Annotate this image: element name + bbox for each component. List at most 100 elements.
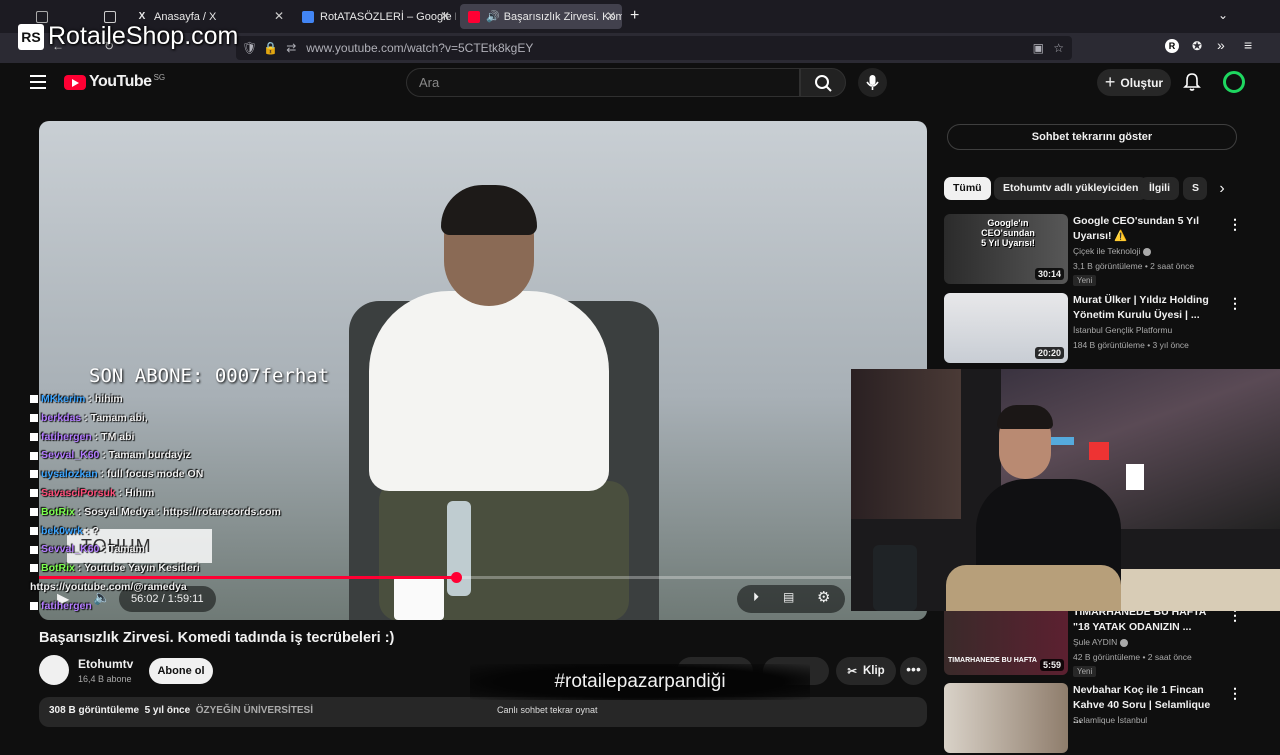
subtitles-icon[interactable]: ▤ (783, 590, 794, 604)
chat-username: fatihergen (41, 599, 92, 612)
video-thumbnail[interactable] (944, 683, 1068, 753)
brand-logo: RS (18, 23, 44, 50)
bookmark-star-icon[interactable]: ☆ (1053, 41, 1064, 55)
kebab-menu-icon[interactable]: ⋮ (1228, 295, 1242, 312)
rec-channel[interactable]: Selamlique İstanbul (1073, 715, 1147, 725)
shield-icon[interactable]: 🛡 (242, 41, 257, 55)
extension-tab-icon (36, 10, 48, 23)
country-code: SG (153, 72, 166, 82)
settings-gear-icon[interactable]: ⚙ (817, 588, 830, 606)
kebab-menu-icon[interactable]: ⋮ (1228, 216, 1242, 233)
hashtag-overlay: #rotailepazarpandiği (470, 664, 810, 700)
close-icon[interactable]: ✕ (274, 9, 284, 23)
clip-button[interactable]: ✂ Klip (836, 657, 896, 685)
chat-message: Sevval_K60: Tamam burdayiz (30, 446, 370, 465)
neon-sign (1126, 464, 1144, 490)
chat-message: SavasciPorsuk: Hıhım (30, 484, 370, 503)
create-button[interactable]: + Oluştur (1097, 69, 1171, 96)
thumbnail-text: Google'ın CEO'sundan 5 Yıl Uyarısı! (981, 218, 1035, 248)
show-chat-replay-button[interactable]: Sohbet tekrarını göster (947, 124, 1237, 150)
extensions-icon[interactable]: ✪ (1192, 39, 1202, 53)
hamburger-menu-icon[interactable]: ≡ (1244, 37, 1252, 53)
chat-badge-icon (30, 414, 38, 423)
pip-icon[interactable]: ▣ (1033, 41, 1044, 55)
chat-badge-icon (30, 508, 38, 516)
speaker-hair (441, 185, 537, 235)
chip-from-uploader[interactable]: Etohumtv adlı yükleyiciden (994, 177, 1148, 200)
rec-channel[interactable]: Şule AYDIN (1073, 637, 1129, 647)
close-icon[interactable]: ✕ (606, 9, 616, 23)
sofa (1111, 569, 1280, 611)
tab-list-chevron-icon[interactable]: ⌄ (1218, 8, 1228, 22)
guide-menu-icon[interactable] (30, 75, 46, 89)
chip-related[interactable]: İlgili (1140, 177, 1179, 200)
profile-avatar[interactable]: R (1165, 39, 1179, 53)
x-logo-icon: X (138, 10, 146, 22)
create-label: Oluştur (1120, 75, 1164, 90)
recommended-video[interactable]: Nevbahar Koç ile 1 Fincan Kahve 40 Soru … (944, 683, 1244, 755)
recommended-video[interactable]: TIMARHANEDE BU HAFTA 5:59 TIMARHANEDE BU… (944, 605, 1244, 677)
rec-channel[interactable]: Çiçek ile Teknoloji (1073, 246, 1152, 256)
rec-title[interactable]: Google CEO'sundan 5 Yıl Uyarısı! ⚠️ (1073, 214, 1221, 244)
account-avatar[interactable] (1223, 71, 1245, 93)
tab-label: RotATASÖZLERİ – Google Dokü (320, 10, 456, 23)
verified-check-icon (1120, 638, 1129, 647)
chat-text: : TM abi (94, 430, 135, 443)
video-thumbnail[interactable]: TIMARHANEDE BU HAFTA 5:59 (944, 605, 1068, 675)
rec-channel-name: Şule AYDIN (1073, 637, 1118, 647)
description-box[interactable]: 308 B görüntüleme 5 yıl önce ÖZYEĞİN ÜNİ… (39, 697, 927, 727)
recommended-video[interactable]: Google'ın CEO'sundan 5 Yıl Uyarısı! 30:1… (944, 214, 1244, 286)
chat-message: BotRix: Youtube Yayın Kesitleri (30, 559, 370, 578)
chevron-right-icon[interactable]: › (1212, 178, 1232, 200)
notifications-bell-icon[interactable] (1183, 72, 1201, 97)
chat-text: : full focus mode ON (100, 468, 204, 481)
search-input[interactable]: Ara (406, 68, 800, 97)
chat-username: Sevval_K60 (41, 543, 100, 556)
voice-search-button[interactable] (858, 68, 887, 97)
overflow-chevron-icon[interactable]: » (1217, 37, 1225, 53)
url-field[interactable]: 🛡 🔒 ⇄ www.youtube.com/watch?v=5CTEtk8kgE… (236, 36, 1072, 60)
chat-message: MKkerim: hihim (30, 390, 370, 409)
video-thumbnail[interactable]: 20:20 (944, 293, 1068, 363)
new-badge: Yeni (1073, 666, 1097, 677)
chat-username: MKkerim (41, 393, 86, 405)
chat-badge-icon (30, 451, 38, 460)
search-button[interactable] (800, 68, 846, 97)
google-docs-icon (302, 10, 314, 23)
youtube-wordmark: YouTube (89, 73, 152, 90)
youtube-play-icon (64, 74, 86, 90)
video-thumbnail[interactable]: Google'ın CEO'sundan 5 Yıl Uyarısı! 30:1… (944, 214, 1068, 284)
channel-avatar[interactable] (39, 655, 69, 685)
chat-username: bek0wrk (41, 524, 84, 537)
tab-google-docs[interactable]: RotATASÖZLERİ – Google Dokü ✕ (294, 4, 456, 29)
youtube-logo[interactable]: YouTube SG (64, 73, 165, 91)
chip-more[interactable]: S (1183, 177, 1207, 200)
lock-icon[interactable]: 🔒 (263, 41, 278, 55)
rec-channel[interactable]: İstanbul Gençlik Platformu (1073, 325, 1172, 335)
close-icon[interactable]: ✕ (440, 9, 450, 23)
chip-all[interactable]: Tümü (944, 177, 991, 200)
scrubber-handle[interactable] (451, 572, 462, 583)
kebab-menu-icon[interactable]: ⋮ (1228, 685, 1242, 702)
autoplay-toggle-icon[interactable]: ⏵ (753, 590, 759, 605)
more-actions-button[interactable]: ••• (900, 657, 927, 685)
rec-title[interactable]: Murat Ülker | Yıldız Holding Yönetim Kur… (1073, 293, 1221, 323)
recommended-video[interactable]: 20:20 Murat Ülker | Yıldız Holding Yönet… (944, 293, 1244, 365)
permissions-icon[interactable]: ⇄ (286, 41, 296, 55)
chat-message: BotRix: Sosyal Medya : https://rotarecor… (30, 503, 370, 522)
chat-badge-icon (30, 432, 38, 441)
channel-name[interactable]: Etohumtv (78, 657, 133, 671)
chat-username: berkdas (41, 411, 82, 424)
chat-badge-icon (30, 470, 38, 479)
youtube-header: YouTube SG Ara + Oluştur (10, 63, 1270, 103)
plus-icon: + (1104, 72, 1116, 92)
chat-text: : Tamam burdayiz (102, 449, 191, 462)
chat-message: https://youtube.com/@ramedya (30, 578, 370, 597)
chat-username: BotRix (41, 562, 75, 575)
new-tab-button[interactable]: + (630, 7, 639, 25)
chat-username: SavasciPorsuk (41, 486, 116, 499)
tab-youtube[interactable]: 🔊 Başarısızlık Zirvesi. Komedi ✕ (460, 4, 622, 29)
container-icon (104, 10, 116, 23)
speaker-shirt (369, 291, 609, 491)
subscribe-button[interactable]: Abone ol (149, 658, 213, 684)
